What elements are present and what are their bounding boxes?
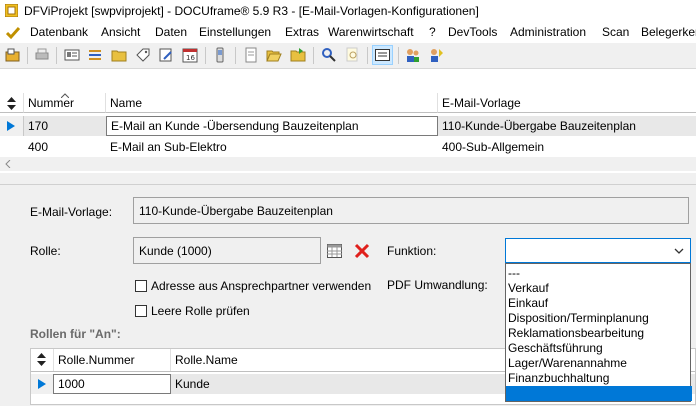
adresse-checkbox-label: Adresse aus Ansprechpartner verwenden: [151, 279, 372, 293]
cell-vorlage[interactable]: 400-Sub-Allgemein: [438, 137, 696, 157]
dropdown-option[interactable]: Einkauf: [508, 296, 548, 311]
app-icon: [5, 4, 18, 17]
header-vorlage[interactable]: E-Mail-Vorlage: [438, 93, 696, 113]
menu-daten[interactable]: Daten: [155, 25, 187, 39]
menu-help[interactable]: ?: [429, 25, 436, 39]
rollen-an-label: Rollen für "An":: [30, 327, 121, 341]
header-nummer[interactable]: Nummer: [24, 93, 106, 113]
current-row-arrow-icon: [7, 121, 15, 131]
pdf-umwandlung-label: PDF Umwandlung:: [387, 278, 488, 292]
sort-arrows-icon: [37, 353, 46, 366]
cell-nummer[interactable]: 170: [24, 116, 106, 136]
horizontal-scrollbar[interactable]: [0, 157, 696, 171]
menu-warenwirtschaft[interactable]: Warenwirtschaft: [328, 25, 414, 39]
table-picker-icon[interactable]: [327, 244, 342, 258]
toolbar: 16: [0, 43, 696, 69]
search-icon[interactable]: [321, 47, 337, 63]
menu-bar: Datenbank Ansicht Daten Einstellungen Ex…: [0, 22, 696, 43]
edit-doc-icon[interactable]: [158, 47, 174, 63]
folder-open-icon[interactable]: [266, 47, 282, 63]
user-settings-icon[interactable]: [428, 47, 444, 63]
row-selector-header[interactable]: [0, 93, 24, 113]
form-view-icon: [375, 49, 390, 61]
cell-name[interactable]: E-Mail an Sub-Elektro: [106, 137, 438, 157]
sort-asc-icon: [61, 93, 69, 98]
view-toggle-button[interactable]: [372, 45, 393, 65]
adresse-checkbox[interactable]: [135, 280, 147, 292]
menu-einstellungen[interactable]: Einstellungen: [199, 25, 271, 39]
menu-app-icon[interactable]: [6, 26, 21, 40]
rolle-label: Rolle:: [30, 244, 61, 258]
current-row-arrow-icon: [38, 379, 46, 389]
cell-rolle-name[interactable]: Kunde: [171, 374, 531, 394]
row-indicator[interactable]: [0, 116, 24, 136]
tag-icon[interactable]: [135, 47, 151, 63]
menu-ansicht[interactable]: Ansicht: [101, 25, 140, 39]
menu-extras[interactable]: Extras: [285, 25, 319, 39]
cell-vorlage[interactable]: 110-Kunde-Übergabe Bauzeitenplan: [438, 116, 696, 136]
row-indicator[interactable]: [31, 374, 53, 394]
filter-strip: [0, 69, 696, 94]
funktion-label: Funktion:: [387, 244, 437, 258]
header-rolle-nummer[interactable]: Rolle.Nummer: [54, 349, 171, 371]
menu-belegerker[interactable]: Belegerker: [641, 25, 696, 39]
main-grid: Nummer Name E-Mail-Vorlage 170 E-Mail an…: [0, 93, 696, 173]
grid-header-row: Nummer Name E-Mail-Vorlage: [0, 93, 696, 114]
dropdown-option[interactable]: Disposition/Terminplanung: [508, 311, 649, 326]
menu-datenbank[interactable]: Datenbank: [30, 25, 88, 39]
cell-nummer[interactable]: 400: [24, 137, 106, 157]
menu-devtools[interactable]: DevTools: [448, 25, 497, 39]
window-title: DFViProjekt [swpviprojekt] - DOCUframe® …: [24, 4, 479, 18]
list-icon[interactable]: [87, 47, 103, 63]
cell-name[interactable]: E-Mail an Kunde -Übersendung Bauzeitenpl…: [106, 116, 438, 136]
document-icon[interactable]: [243, 47, 259, 63]
title-bar: DFViProjekt [swpviprojekt] - DOCUframe® …: [0, 0, 696, 22]
email-vorlage-field[interactable]: 110-Kunde-Übergabe Bauzeitenplan: [133, 197, 689, 224]
leere-rolle-checkbox[interactable]: [135, 305, 147, 317]
dropdown-option[interactable]: Geschäftsführung: [508, 341, 603, 356]
folder-icon[interactable]: [111, 47, 127, 63]
users-icon[interactable]: [405, 47, 421, 63]
calendar-icon[interactable]: 16: [182, 47, 198, 63]
header-nummer-label: Nummer: [28, 96, 75, 110]
row-indicator[interactable]: [0, 137, 24, 157]
scroll-left-icon[interactable]: [5, 160, 11, 168]
card-icon[interactable]: [64, 47, 80, 63]
phone-icon[interactable]: [212, 47, 228, 63]
dropdown-option[interactable]: Verkauf: [508, 281, 549, 296]
dropdown-option[interactable]: Reklamationsbearbeitung: [508, 326, 644, 341]
funktion-dropdown-list: --- Verkauf Einkauf Disposition/Terminpl…: [505, 263, 692, 402]
rollen-row-selector-header[interactable]: [31, 349, 54, 371]
rolle-field[interactable]: Kunde (1000): [133, 237, 321, 264]
funktion-select[interactable]: [505, 238, 691, 263]
table-row[interactable]: 400 E-Mail an Sub-Elektro 400-Sub-Allgem…: [0, 137, 696, 158]
menu-administration[interactable]: Administration: [510, 25, 586, 39]
chevron-down-icon: [674, 248, 684, 254]
dropdown-option-selected[interactable]: [506, 386, 692, 401]
header-rolle-name[interactable]: Rolle.Name: [171, 349, 531, 371]
sort-arrows-icon: [7, 97, 16, 110]
print-icon[interactable]: [34, 47, 50, 63]
cell-rolle-nummer[interactable]: 1000: [53, 374, 171, 394]
svg-text:16: 16: [186, 54, 195, 62]
table-row[interactable]: 170 E-Mail an Kunde -Übersendung Bauzeit…: [0, 116, 696, 137]
folder-arrow-icon[interactable]: [290, 47, 306, 63]
search-doc-icon[interactable]: [345, 47, 361, 63]
email-vorlage-label: E-Mail-Vorlage:: [30, 205, 113, 219]
dropdown-option[interactable]: Lager/Warenannahme: [508, 356, 627, 371]
dropdown-option[interactable]: Finanzbuchhaltung: [508, 371, 609, 386]
menu-scan[interactable]: Scan: [602, 25, 629, 39]
new-record-icon[interactable]: [5, 47, 21, 63]
delete-icon[interactable]: [354, 243, 370, 259]
header-name[interactable]: Name: [106, 93, 438, 113]
leere-rolle-checkbox-label: Leere Rolle prüfen: [151, 304, 250, 318]
dropdown-option[interactable]: ---: [508, 266, 520, 281]
